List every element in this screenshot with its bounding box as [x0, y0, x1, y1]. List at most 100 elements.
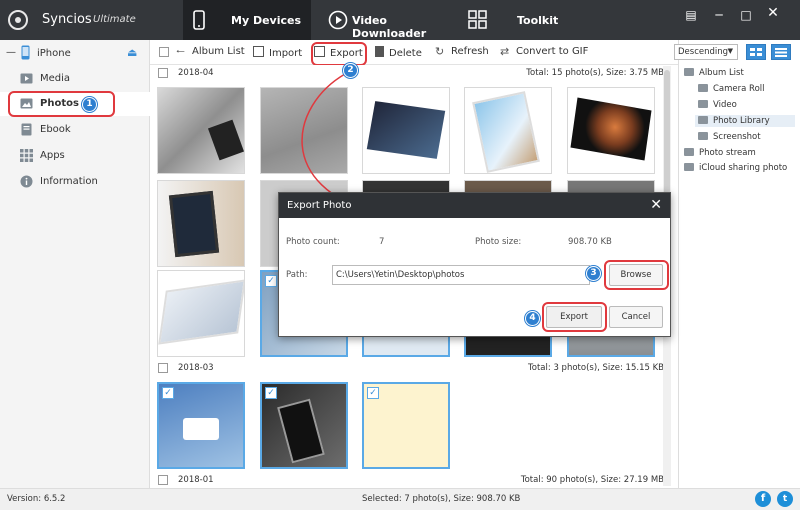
album-label: Screenshot [713, 132, 761, 142]
cancel-button[interactable]: Cancel [609, 306, 663, 328]
group-checkbox[interactable] [158, 475, 168, 485]
checked-icon[interactable]: ✓ [367, 387, 379, 399]
tab-label: Video Downloader [352, 14, 427, 40]
album-label: Camera Roll [713, 84, 765, 94]
step-badge: 4 [525, 311, 540, 326]
info-icon [20, 175, 33, 188]
device-row[interactable]: — iPhone ⏏ [0, 44, 150, 62]
export-confirm-highlight [542, 302, 607, 332]
message-icon[interactable]: ▤ [683, 8, 699, 22]
maximize-icon[interactable]: □ [738, 8, 754, 22]
album-list-button[interactable]: 🠀 Album List [176, 46, 245, 57]
group-summary: Total: 90 photo(s), Size: 27.19 MB [520, 475, 664, 485]
photos-highlight [8, 91, 115, 117]
list-view-button[interactable] [771, 44, 791, 60]
photo-thumbnail-selected[interactable]: ✓ [260, 382, 348, 469]
photo-thumbnail-selected[interactable]: ✓ [157, 382, 245, 469]
import-icon [253, 46, 264, 57]
group-date: 2018-03 [178, 363, 214, 373]
photo-thumbnail[interactable] [464, 87, 552, 174]
group-header: 2018-03 Total: 3 photo(s), Size: 15.15 K… [158, 362, 670, 376]
apps-icon [20, 149, 33, 162]
minimize-icon[interactable]: ─ [711, 8, 727, 22]
import-label: Import [269, 48, 303, 59]
export-highlight [311, 42, 367, 66]
photo-size-label: Photo size: [475, 237, 522, 247]
path-input[interactable]: C:\Users\Yetin\Desktop\photos [332, 265, 590, 285]
checked-icon[interactable]: ✓ [265, 275, 277, 287]
group-summary: Total: 3 photo(s), Size: 15.15 KB [528, 363, 664, 373]
sidebar-item-label: Information [40, 176, 98, 187]
album-label: Photo Library [713, 116, 770, 126]
cloud-icon [684, 163, 694, 171]
album-label: Album List [699, 68, 744, 78]
album-item-video[interactable]: Video [698, 100, 794, 110]
album-item-album-list[interactable]: Album List [684, 68, 794, 78]
album-label: Video [713, 100, 737, 110]
refresh-button[interactable]: ↻ Refresh [435, 46, 489, 57]
path-label: Path: [286, 270, 308, 280]
app-edition: Ultimate [93, 14, 136, 25]
sidebar-item-media[interactable]: Media [0, 67, 150, 91]
album-item-camera-roll[interactable]: Camera Roll [698, 84, 794, 94]
grid-view-button[interactable] [746, 44, 766, 60]
collapse-icon[interactable]: — [6, 47, 16, 58]
album-item-screenshot[interactable]: Screenshot [698, 132, 794, 142]
photo-stream-icon [684, 148, 694, 156]
delete-button[interactable]: Delete [375, 46, 422, 59]
convert-label: Convert to GIF [516, 46, 589, 57]
step-badge: 2 [343, 63, 358, 78]
group-checkbox[interactable] [158, 363, 168, 373]
photo-size-value: 908.70 KB [568, 237, 612, 247]
sidebar-item-apps[interactable]: Apps [0, 144, 150, 168]
select-all-checkbox[interactable] [159, 47, 169, 57]
photo-count-label: Photo count: [286, 237, 340, 247]
checked-icon[interactable]: ✓ [162, 387, 174, 399]
twitter-icon[interactable]: t [777, 491, 793, 507]
path-value: C:\Users\Yetin\Desktop\photos [336, 270, 465, 280]
dialog-header: Export Photo ✕ [279, 193, 670, 218]
import-button[interactable]: Import [253, 46, 302, 59]
group-date: 2018-04 [178, 68, 214, 78]
sidebar-item-information[interactable]: Information [0, 170, 150, 194]
trash-icon [375, 46, 384, 57]
chevron-down-icon: ▼ [727, 47, 733, 55]
list-view-icon [775, 48, 787, 57]
photo-thumbnail[interactable] [157, 87, 245, 174]
selection-summary: Selected: 7 photo(s), Size: 908.70 KB [362, 494, 521, 504]
album-label: Photo stream [699, 148, 756, 158]
photo-thumbnail[interactable] [567, 87, 655, 174]
group-date: 2018-01 [178, 475, 214, 485]
group-header: 2018-01 Total: 90 photo(s), Size: 27.19 … [158, 474, 670, 488]
sidebar-item-label: Apps [40, 150, 65, 161]
title-bar: Syncios Ultimate My Devices Video Downlo… [0, 0, 800, 40]
sidebar-item-label: Ebook [40, 124, 71, 135]
sort-select[interactable]: Descending ▼ [674, 44, 738, 60]
photo-thumbnail-selected[interactable]: ✓ [362, 382, 450, 469]
close-icon[interactable]: ✕ [765, 5, 781, 21]
refresh-label: Refresh [451, 46, 489, 57]
syncios-logo-icon [8, 10, 28, 30]
grid-view-icon [750, 48, 762, 56]
facebook-icon[interactable]: f [755, 491, 771, 507]
group-checkbox[interactable] [158, 68, 168, 78]
album-item-photo-library[interactable]: Photo Library [695, 115, 795, 127]
close-icon[interactable]: ✕ [650, 197, 662, 213]
folder-icon [684, 68, 694, 76]
tab-toolkit[interactable]: Toolkit [462, 0, 572, 40]
album-item-photo-stream[interactable]: Photo stream [684, 148, 794, 158]
album-item-icloud-sharing[interactable]: iCloud sharing photo [684, 163, 798, 173]
photo-thumbnail[interactable] [157, 270, 245, 357]
sidebar-item-ebook[interactable]: Ebook [0, 118, 150, 142]
checked-icon[interactable]: ✓ [265, 387, 277, 399]
screenshot-icon [698, 132, 708, 140]
eject-icon[interactable]: ⏏ [127, 46, 137, 59]
camera-icon [698, 84, 708, 92]
app-name: Syncios [42, 12, 92, 27]
toolkit-grid-icon [468, 10, 487, 29]
photo-thumbnail[interactable] [157, 180, 245, 267]
tab-my-devices[interactable]: My Devices [183, 0, 311, 40]
video-icon [698, 100, 708, 108]
tab-video-downloader[interactable]: Video Downloader [322, 0, 452, 40]
convert-gif-button[interactable]: ⇄ Convert to GIF [500, 46, 588, 57]
